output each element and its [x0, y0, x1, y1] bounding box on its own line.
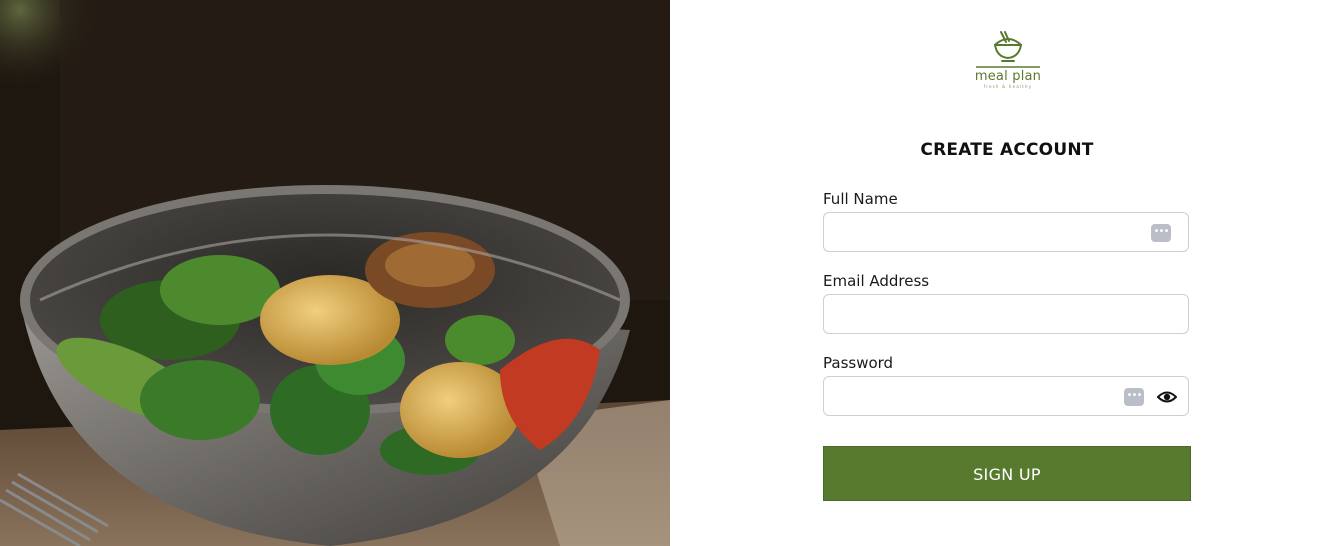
brand-logo: meal plan fresh & healthy — [974, 30, 1042, 90]
email-label: Email Address — [823, 272, 930, 290]
hero-photo — [0, 0, 670, 546]
full-name-field-wrapper: ••• — [823, 212, 1189, 252]
brand-name: meal plan — [974, 69, 1042, 84]
rice-bowl-chopsticks-icon — [993, 31, 1023, 62]
email-input[interactable] — [824, 295, 1188, 333]
password-manager-icon[interactable]: ••• — [1124, 388, 1144, 406]
show-password-eye-icon[interactable] — [1157, 388, 1177, 406]
password-manager-icon[interactable]: ••• — [1151, 224, 1171, 242]
password-field-wrapper: ••• — [823, 376, 1189, 416]
brand-tagline: fresh & healthy — [983, 84, 1033, 89]
sign-up-button[interactable]: SIGN UP — [823, 446, 1191, 501]
form-title: CREATE ACCOUNT — [920, 140, 1094, 160]
email-field-wrapper — [823, 294, 1189, 334]
signup-page: meal plan fresh & healthy CREATE ACCOUNT… — [0, 0, 1344, 546]
full-name-label: Full Name — [823, 190, 898, 208]
password-label: Password — [823, 354, 894, 372]
signup-form-panel: meal plan fresh & healthy CREATE ACCOUNT… — [670, 0, 1344, 546]
salad-bowl-illustration — [0, 0, 670, 546]
full-name-input[interactable] — [824, 213, 1188, 251]
